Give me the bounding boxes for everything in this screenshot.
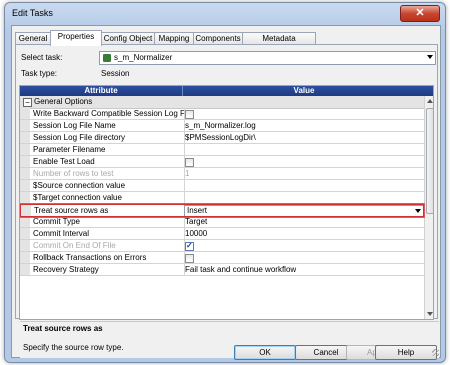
window-title: Edit Tasks — [12, 8, 53, 18]
row-gutter — [20, 252, 30, 263]
property-name: Session Log File Name — [30, 120, 185, 131]
row-gutter — [20, 264, 30, 275]
row-gutter — [20, 156, 30, 167]
row-gutter — [20, 108, 30, 119]
property-name: $Target connection value — [30, 192, 185, 203]
property-select-cell[interactable]: Insert — [183, 205, 423, 216]
vertical-scrollbar[interactable] — [424, 96, 433, 319]
property-value[interactable]: s_m_Normalizer.log — [182, 120, 425, 131]
row-gutter — [20, 180, 30, 191]
property-value[interactable]: Fail task and continue workflow — [182, 264, 425, 275]
property-row[interactable]: Parameter Filename — [20, 144, 424, 156]
property-checkbox-cell[interactable] — [182, 252, 425, 263]
property-name: Session Log File directory — [30, 132, 185, 143]
scroll-down-icon[interactable] — [426, 310, 433, 318]
row-gutter — [20, 132, 30, 143]
checkbox[interactable] — [185, 158, 194, 167]
properties-grid: Attribute Value − General Options Write … — [19, 85, 434, 320]
property-value[interactable] — [182, 180, 425, 191]
property-checkbox-cell[interactable] — [182, 156, 425, 167]
row-gutter — [20, 144, 30, 155]
property-row[interactable]: Enable Test Load — [20, 156, 424, 168]
help-button[interactable]: Help — [375, 345, 437, 360]
checkbox[interactable] — [185, 254, 194, 263]
properties-panel: Select task: s_m_Normalizer Task type: S… — [15, 44, 439, 358]
property-value[interactable] — [182, 192, 425, 203]
select-task-dropdown[interactable]: s_m_Normalizer — [99, 51, 436, 65]
tab-properties[interactable]: Properties — [50, 30, 102, 46]
row-gutter — [21, 205, 31, 216]
chevron-down-icon[interactable] — [415, 209, 421, 213]
property-value[interactable] — [182, 144, 425, 155]
chevron-down-icon[interactable] — [427, 55, 433, 59]
property-name: Number of rows to test — [30, 168, 185, 179]
checkbox-checked — [185, 240, 194, 251]
property-name: Recovery Strategy — [30, 264, 185, 275]
edit-tasks-dialog: Edit Tasks ✕ General Properties Config O… — [4, 2, 446, 363]
property-name: Write Backward Compatible Session Log Fi… — [30, 108, 185, 119]
property-row[interactable]: $Target connection value — [20, 192, 424, 204]
row-gutter — [20, 240, 30, 251]
property-row[interactable]: Session Log File directory $PMSessionLogD… — [20, 132, 424, 144]
select-value: Insert — [187, 206, 208, 215]
property-row[interactable]: $Source connection value — [20, 180, 424, 192]
select-task-label: Select task: — [21, 53, 63, 62]
task-type-label: Task type: — [21, 69, 58, 78]
dialog-body: General Properties Config Object Mapping… — [11, 25, 441, 360]
property-checkbox-cell[interactable] — [182, 108, 425, 119]
property-row[interactable]: Treat source rows as Insert — [20, 204, 424, 217]
property-checkbox-cell[interactable] — [182, 240, 425, 251]
row-gutter — [20, 228, 30, 239]
title-bar[interactable]: Edit Tasks ✕ — [5, 3, 445, 25]
resize-grip-icon[interactable] — [432, 349, 439, 356]
property-name: Commit Type — [30, 216, 185, 227]
value-column-header[interactable]: Value — [182, 86, 425, 96]
session-icon — [103, 54, 111, 62]
property-name: Enable Test Load — [30, 156, 185, 167]
property-row[interactable]: Rollback Transactions on Errors — [20, 252, 424, 264]
row-gutter — [20, 192, 30, 203]
property-value[interactable]: $PMSessionLogDir\ — [182, 132, 425, 143]
property-row[interactable]: Number of rows to test 1 — [20, 168, 424, 180]
row-gutter — [20, 168, 30, 179]
property-name: Treat source rows as — [31, 205, 186, 216]
description-title: Treat source rows as — [23, 324, 103, 333]
close-button[interactable]: ✕ — [400, 5, 440, 22]
property-value[interactable]: 1 — [182, 168, 425, 179]
checkbox[interactable] — [185, 110, 194, 119]
task-type-field: Session — [99, 68, 434, 79]
property-row[interactable]: Commit Interval 10000 — [20, 228, 424, 240]
description-text: Specify the source row type. — [23, 343, 124, 352]
attribute-column-header[interactable]: Attribute — [20, 86, 182, 96]
property-name: Rollback Transactions on Errors — [30, 252, 185, 263]
property-row[interactable]: Recovery Strategy Fail task and continue … — [20, 264, 424, 276]
task-type-value: Session — [101, 69, 130, 78]
property-name: Commit On End Of File — [30, 240, 185, 251]
property-row[interactable]: Write Backward Compatible Session Log Fi… — [20, 108, 424, 120]
select-task-value: s_m_Normalizer — [114, 53, 173, 62]
scroll-up-icon[interactable] — [426, 97, 433, 105]
row-gutter — [20, 120, 30, 131]
property-value[interactable]: 10000 — [182, 228, 425, 239]
group-label: General Options — [34, 97, 93, 106]
property-row[interactable]: Session Log File Name s_m_Normalizer.log — [20, 120, 424, 132]
ok-button[interactable]: OK — [234, 345, 296, 360]
treat-source-rows-select[interactable]: Insert — [184, 205, 423, 216]
property-row[interactable]: Commit Type Target — [20, 216, 424, 228]
collapse-icon[interactable]: − — [23, 98, 32, 107]
property-row[interactable]: Commit On End Of File — [20, 240, 424, 252]
property-name: $Source connection value — [30, 180, 185, 191]
grid-header: Attribute Value — [20, 86, 433, 96]
property-name: Commit Interval — [30, 228, 185, 239]
row-gutter — [20, 216, 30, 227]
scroll-thumb[interactable] — [426, 108, 433, 214]
property-value[interactable]: Target — [182, 216, 425, 227]
property-name: Parameter Filename — [30, 144, 185, 155]
